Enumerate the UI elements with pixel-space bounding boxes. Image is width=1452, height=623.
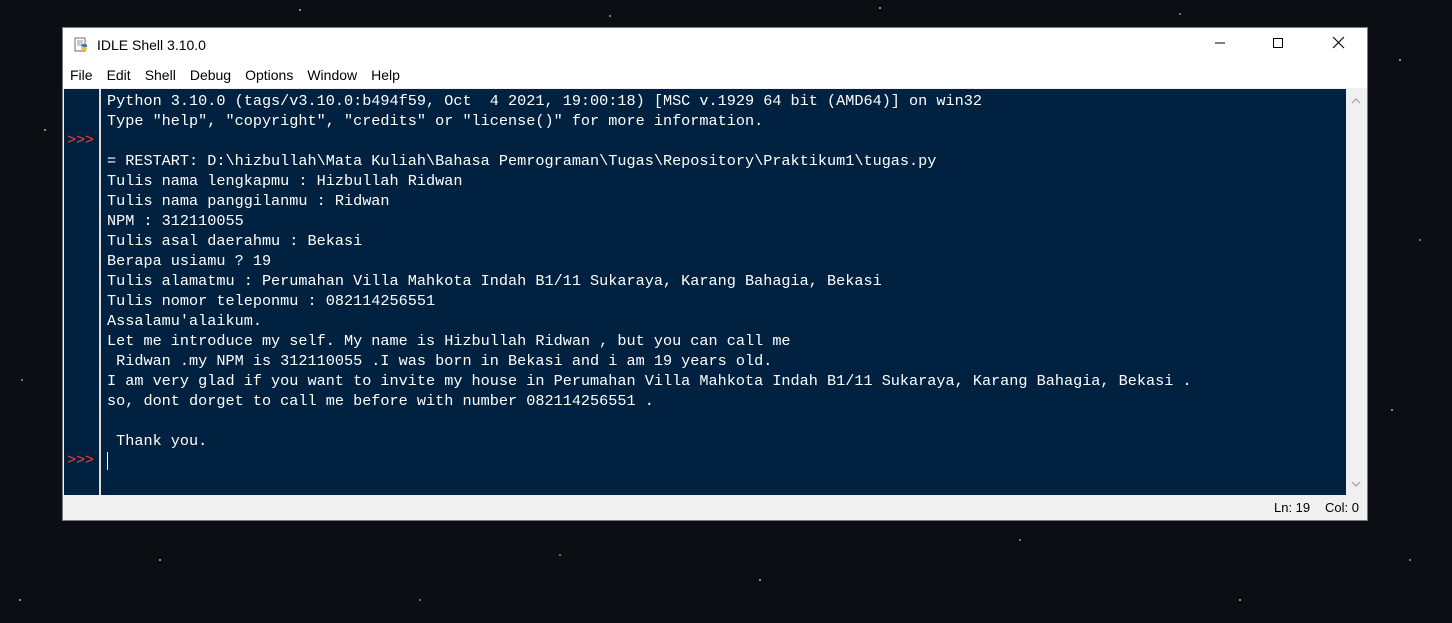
output-line: Assalamu'alaikum. — [107, 312, 262, 330]
scroll-down-button[interactable] — [1346, 475, 1366, 493]
close-icon — [1332, 36, 1345, 54]
output-line: I am very glad if you want to invite my … — [107, 372, 1192, 390]
column-indicator: Col: 0 — [1325, 500, 1359, 515]
menu-help[interactable]: Help — [364, 62, 407, 88]
menu-debug[interactable]: Debug — [183, 62, 238, 88]
line-indicator: Ln: 19 — [1274, 500, 1311, 515]
menu-file[interactable]: File — [63, 62, 100, 88]
output-line: = RESTART: D:\hizbullah\Mata Kuliah\Baha… — [107, 152, 937, 170]
output-line: Type "help", "copyright", "credits" or "… — [107, 112, 764, 130]
status-bar: Ln: 19 Col: 0 — [63, 496, 1367, 520]
output-line: Python 3.10.0 (tags/v3.10.0:b494f59, Oct… — [107, 92, 982, 110]
menu-window[interactable]: Window — [300, 62, 364, 88]
menu-edit[interactable]: Edit — [100, 62, 138, 88]
shell-prompt: >>> — [67, 452, 95, 469]
menu-bar: File Edit Shell Debug Options Window Hel… — [63, 62, 1367, 88]
shell-output[interactable]: Python 3.10.0 (tags/v3.10.0:b494f59, Oct… — [107, 91, 1343, 495]
output-line: Tulis alamatmu : Perumahan Villa Mahkota… — [107, 272, 882, 290]
chevron-up-icon — [1351, 91, 1361, 109]
desktop-background: IDLE Shell 3.10.0 File Edit Shell Debug … — [0, 0, 1452, 623]
maximize-button[interactable] — [1249, 28, 1307, 62]
shell-prompt: >>> — [67, 132, 95, 149]
title-bar[interactable]: IDLE Shell 3.10.0 — [63, 28, 1367, 62]
menu-shell[interactable]: Shell — [138, 62, 183, 88]
output-line: Ridwan .my NPM is 312110055 .I was born … — [107, 352, 773, 370]
output-line: Berapa usiamu ? 19 — [107, 252, 272, 270]
shell-editor[interactable]: >>> >>> Python 3.10.0 (tags/v3.10.0:b494… — [64, 89, 1366, 495]
prompt-gutter: >>> >>> — [64, 89, 101, 495]
output-line: Tulis nomor teleponmu : 082114256551 — [107, 292, 436, 310]
output-line: NPM : 312110055 — [107, 212, 244, 230]
output-line: Tulis nama lengkapmu : Hizbullah Ridwan — [107, 172, 463, 190]
idle-shell-window: IDLE Shell 3.10.0 File Edit Shell Debug … — [63, 28, 1367, 520]
scroll-up-button[interactable] — [1346, 91, 1366, 109]
output-line: Tulis asal daerahmu : Bekasi — [107, 232, 363, 250]
output-line: Tulis nama panggilanmu : Ridwan — [107, 192, 390, 210]
chevron-down-icon — [1351, 475, 1361, 493]
text-cursor — [107, 452, 108, 470]
output-line: Thank you. — [107, 432, 208, 450]
vertical-scrollbar[interactable] — [1346, 89, 1366, 495]
menu-options[interactable]: Options — [238, 62, 300, 88]
minimize-button[interactable] — [1191, 28, 1249, 62]
maximize-icon — [1272, 36, 1284, 54]
window-title: IDLE Shell 3.10.0 — [97, 37, 206, 53]
output-line: Let me introduce my self. My name is Hiz… — [107, 332, 791, 350]
python-idle-icon — [73, 37, 89, 53]
minimize-icon — [1214, 36, 1226, 54]
close-button[interactable] — [1309, 28, 1367, 62]
output-line: so, dont dorget to call me before with n… — [107, 392, 654, 410]
